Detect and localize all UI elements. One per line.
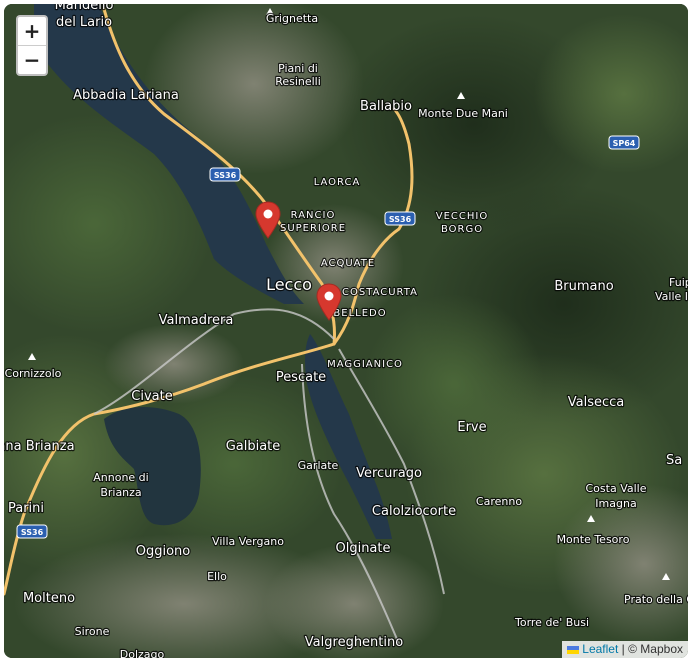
label-annone-2: Brianza [100,486,141,499]
label-dolzago: Dolzago [120,648,165,658]
label-erve: Erve [457,420,486,435]
ukraine-flag-icon [567,645,580,654]
label-costacurta: COSTACURTA [342,287,418,298]
label-fuip-2: Valle I [655,290,688,303]
label-costa-1: Costa Valle [586,482,647,495]
label-galbiate: Galbiate [226,439,281,454]
label-molteno: Molteno [23,591,75,606]
road-shield-ss36-south: SS36 [16,524,48,539]
zoom-control: + − [16,15,48,76]
label-olginate: Olginate [335,541,390,556]
label-civate: Civate [131,389,172,404]
label-valgreghentino: Valgreghentino [305,635,403,650]
label-mandello: Mandello [55,4,114,13]
label-sa: Sa [666,453,682,468]
attribution-bar: Leaflet | © Mapbox [562,641,688,658]
label-vercurago: Vercurago [356,466,422,481]
road-shield-ss36-north: SS36 [209,167,241,182]
label-vecchio-2: BORGO [441,224,483,235]
label-belledo: BELLEDO [333,308,386,319]
satellite-map[interactable]: SS36 SS36 SP64 SS36 Mandello del Lario G… [4,4,688,658]
label-acquate: ACQUATE [321,258,375,269]
label-fuip-1: Fuip [669,276,688,289]
leaflet-link[interactable]: Leaflet [582,642,618,656]
label-valsecca: Valsecca [568,395,625,410]
label-mandello-2: del Lario [56,15,112,30]
label-abbadia: Abbadia Lariana [73,88,179,103]
label-prato: Prato della C [624,593,688,606]
label-costa-2: Imagna [595,497,636,510]
zoom-out-button[interactable]: − [18,46,46,74]
label-cornizzolo: Cornizzolo [5,367,62,380]
label-laorca: LAORCA [314,177,361,188]
label-piani-2: Resinelli [275,75,321,88]
label-oggiono: Oggiono [136,544,191,559]
svg-text:SP64: SP64 [613,139,636,148]
label-pescate: Pescate [276,370,326,385]
svg-text:SS36: SS36 [214,171,237,180]
label-lecco: Lecco [266,275,312,294]
label-brumano: Brumano [554,279,613,294]
label-rancio-1: RANCIO [291,210,336,221]
attribution-separator: | [621,642,625,656]
label-parini: Parini [8,501,44,516]
label-rancio-2: SUPERIORE [280,223,346,234]
label-piani-1: Piani di [278,62,318,75]
label-vecchio-1: VECCHIO [436,211,488,222]
label-torre-de-busi: Torre de' Busi [514,616,589,629]
svg-text:SS36: SS36 [21,528,44,537]
zoom-in-button[interactable]: + [18,17,46,46]
label-calolziocorte: Calolziocorte [372,504,456,519]
label-ballabio: Ballabio [360,99,412,114]
map-container[interactable]: SS36 SS36 SP64 SS36 Mandello del Lario G… [4,4,688,658]
svg-text:SS36: SS36 [389,215,412,224]
road-shield-sp64: SP64 [608,135,640,150]
label-valmadrera: Valmadrera [159,313,234,328]
label-garlate: Garlate [298,459,339,472]
label-brianza: ana Brianza [4,439,75,454]
label-carenno: Carenno [476,495,522,508]
mapbox-attribution: © Mapbox [628,642,683,656]
label-monte-tesoro: Monte Tesoro [557,533,630,546]
label-ello: Ello [207,570,227,583]
label-grignetta: Grignetta [266,12,318,25]
label-sirone: Sirone [75,625,110,638]
label-annone-1: Annone di [93,471,148,484]
label-monte-due-mani: Monte Due Mani [418,107,508,120]
label-villa-vergano: Villa Vergano [212,535,284,548]
label-maggianico: MAGGIANICO [327,359,403,370]
road-shield-ss36-east: SS36 [384,211,416,226]
